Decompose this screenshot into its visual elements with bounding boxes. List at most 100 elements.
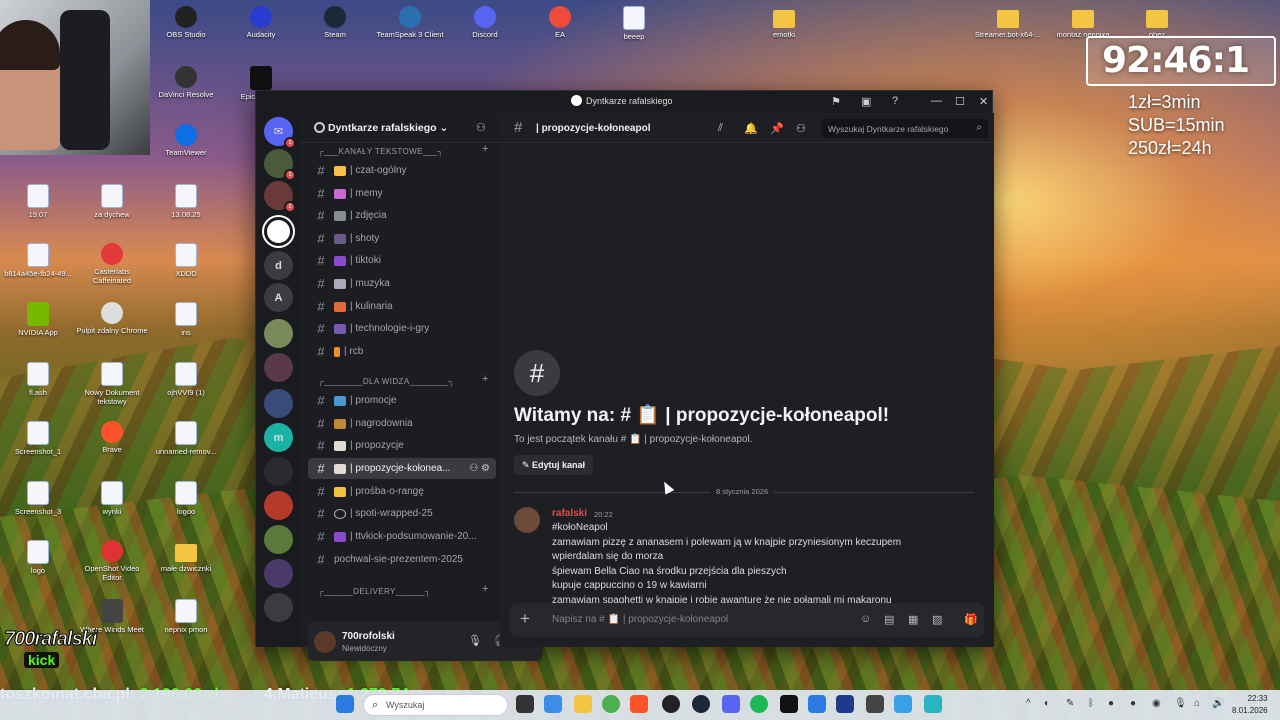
channel-tiktoki[interactable]: # | tiktoki	[308, 250, 496, 271]
threads-icon[interactable]: ⫽	[718, 122, 723, 135]
message-composer[interactable]: + Napisz na # 📋 | propozycje-kołoneapol …	[510, 603, 984, 637]
discord-taskbar-icon[interactable]	[722, 695, 740, 713]
task-view-icon[interactable]	[516, 695, 534, 713]
tray-app-icon[interactable]: ◐	[1044, 698, 1050, 709]
channel-zdjecia[interactable]: # | zdjęcia	[308, 205, 496, 226]
desktop-icon-davinci[interactable]: DaVinci Resolve	[148, 66, 224, 100]
app-icon[interactable]	[894, 695, 912, 713]
start-button[interactable]	[336, 695, 354, 713]
desktop-icon-file[interactable]: logoo	[148, 481, 224, 517]
desktop-icon-casterlabs[interactable]: Casterlabs Caffeinated	[74, 243, 150, 285]
desktop-icon-montaz[interactable]: montaz nennixa	[1045, 6, 1121, 40]
channel-shoty[interactable]: # | shoty	[308, 228, 496, 249]
server-icon-active[interactable]	[264, 217, 293, 246]
close-button[interactable]: ✕	[979, 95, 988, 108]
desktop-icon-discord[interactable]: Discord	[447, 6, 523, 40]
add-member-icon[interactable]: ⚇	[476, 121, 486, 134]
desktop-icon-beeep[interactable]: beeep	[596, 6, 672, 42]
desktop-icon-screenshot[interactable]: Screenshot_1	[0, 421, 76, 457]
member-list-icon[interactable]: ⚇	[796, 122, 806, 135]
emoji-icon[interactable]: ☺	[860, 613, 871, 625]
desktop-icon-file[interactable]: 19.07	[0, 184, 76, 220]
steam-icon[interactable]	[692, 695, 710, 713]
spotify-icon[interactable]	[750, 695, 768, 713]
file-explorer-icon[interactable]	[544, 695, 562, 713]
avatar[interactable]	[314, 631, 336, 653]
desktop-icon-file[interactable]: logo	[0, 540, 76, 576]
channel-promocje[interactable]: # | promocje	[308, 390, 496, 411]
channel-nagrodownia[interactable]: # | nagrodownia	[308, 413, 496, 434]
desktop-icon-textfile[interactable]: Nowy Dokument tekstowy	[74, 362, 150, 406]
server-icon[interactable]: 1	[264, 149, 296, 181]
message-avatar[interactable]	[514, 507, 540, 533]
channel-propozycje-koloneapol[interactable]: # | propozycje-kołonea... ⚇ ⚙	[308, 458, 496, 479]
desktop-icon-teamviewer[interactable]: TeamViewer	[148, 124, 224, 158]
help-icon[interactable]: ?	[892, 95, 898, 107]
app-icon[interactable]	[808, 695, 826, 713]
image-icon[interactable]: ▨	[932, 613, 942, 626]
gif-icon[interactable]: ▤	[884, 613, 894, 626]
folder-icon[interactable]	[574, 695, 592, 713]
channel-propozycje[interactable]: # | propozycje	[308, 435, 496, 456]
tray-app-icon[interactable]: ●	[1130, 698, 1136, 709]
microphone-icon[interactable]: 🎙	[1174, 698, 1187, 709]
attach-plus-button[interactable]: +	[520, 609, 530, 629]
channel-actions[interactable]: ⚇ ⚙	[469, 463, 490, 474]
taskbar-search[interactable]: ⌕ Wyszukaj	[363, 694, 508, 716]
chrome-icon[interactable]	[602, 695, 620, 713]
server-icon[interactable]	[264, 559, 293, 588]
desktop-icon-obs[interactable]: OBS Studio	[148, 6, 224, 40]
desktop-icon-ea[interactable]: EA	[522, 6, 598, 40]
desktop-icon-audacity[interactable]: Audacity	[223, 6, 299, 40]
desktop-icon-file[interactable]: b814a45e-fb24-49...	[0, 243, 76, 279]
inbox-icon[interactable]: ▣	[861, 95, 871, 108]
pin-icon[interactable]: 📌	[770, 122, 784, 135]
obs-icon[interactable]	[662, 695, 680, 713]
maximize-button[interactable]: ☐	[955, 95, 965, 108]
tray-pen-icon[interactable]: ✎	[1066, 698, 1074, 709]
app-icon[interactable]	[866, 695, 884, 713]
desktop-icon-file[interactable]: za dychew	[74, 184, 150, 220]
server-a[interactable]: A	[264, 283, 293, 312]
desktop-icon-screenshot[interactable]: Screenshot_3	[0, 481, 76, 517]
app-icon[interactable]	[924, 695, 942, 713]
category-dla-widza[interactable]: ┌________DLA WIDZA________┐	[318, 377, 454, 386]
volume-icon[interactable]: 🔊	[1212, 698, 1224, 709]
flag-icon[interactable]: ⚑	[831, 95, 841, 108]
server-icon[interactable]: m	[264, 423, 293, 452]
add-channel-button[interactable]: +	[482, 143, 488, 155]
sticker-icon[interactable]: ▦	[908, 613, 918, 626]
server-icon[interactable]	[264, 593, 293, 622]
channel-ttvkick[interactable]: # | ttvkick-podsumowanie-20...	[308, 526, 496, 547]
server-d[interactable]: d	[264, 251, 293, 280]
server-icon[interactable]	[264, 319, 293, 348]
microphone-icon[interactable]: 🎙	[468, 634, 482, 647]
server-icon[interactable]	[264, 457, 293, 486]
notification-bell-icon[interactable]: 🔔	[744, 122, 758, 135]
app-icon[interactable]	[780, 695, 798, 713]
desktop-icon-nvidia[interactable]: NVIDIA App	[0, 302, 76, 338]
desktop-icon-teamspeak[interactable]: TeamSpeak 3 Client	[372, 6, 448, 40]
search-input[interactable]: Wyszukaj Dyntkarze rafalskiego ⌕	[822, 119, 988, 138]
desktop-icon-folder[interactable]: małe dzwicznki	[148, 540, 224, 574]
desktop-icon-file[interactable]: wynki	[74, 481, 150, 517]
channel-kulinaria[interactable]: # | kulinaria	[308, 296, 496, 317]
category-text-channels[interactable]: ┌___KANAŁY TEKSTOWE___┐	[318, 147, 443, 156]
brave-icon[interactable]	[630, 695, 648, 713]
message-author[interactable]: rafalski	[552, 508, 587, 519]
server-icon[interactable]	[264, 525, 293, 554]
app-icon[interactable]	[836, 695, 854, 713]
desktop-icon-file[interactable]: ins	[148, 302, 224, 338]
network-icon[interactable]: ⌂	[1194, 698, 1200, 709]
desktop-icon-brave[interactable]: Brave	[74, 421, 150, 455]
desktop-icon-openshot[interactable]: OpenShot Video Editor	[74, 540, 150, 582]
server-icon[interactable]: 2	[264, 181, 296, 213]
channel-memy[interactable]: # | memy	[308, 183, 496, 204]
desktop-icon-file[interactable]: XDDD	[148, 243, 224, 279]
tray-app-icon[interactable]: ◉	[1152, 698, 1161, 709]
desktop-icon-obez[interactable]: obez	[1119, 6, 1195, 40]
desktop-icon-chrome-remote[interactable]: Pulpit zdalny Chrome	[74, 302, 150, 336]
desktop-icon-file[interactable]: 13.08.25	[148, 184, 224, 220]
server-icon[interactable]	[264, 353, 293, 382]
gift-icon[interactable]: 🎁	[964, 613, 978, 626]
